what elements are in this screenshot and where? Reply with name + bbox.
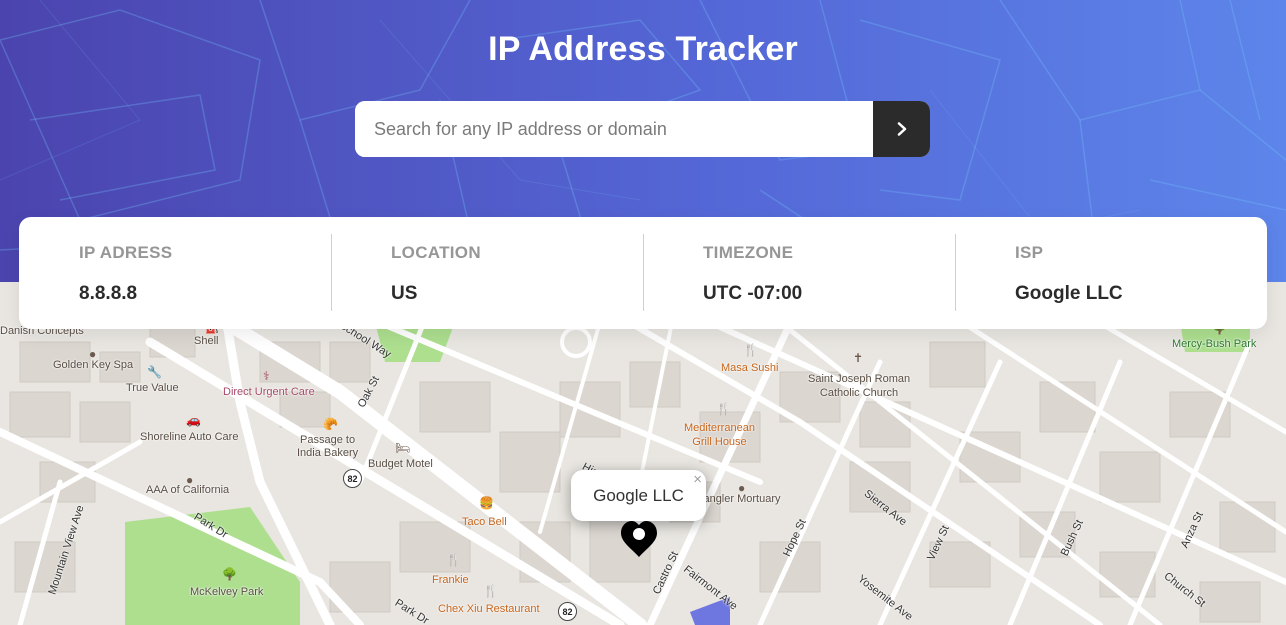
location-value: US: [391, 283, 418, 304]
restaurant-icon-chex: 🍴: [483, 584, 498, 598]
map-tiles: [0, 282, 1286, 625]
map[interactable]: ⛽ ● 🔧 ⚕ 🚗 🥐 🛏 ● 🍔 🍴 🍴 🌳 🍴 🍴 ✝ ● 🌳 Danish…: [0, 282, 1286, 625]
map-label-golden-key-spa: Golden Key Spa: [53, 359, 134, 371]
popup-text: Google LLC: [593, 485, 684, 505]
timezone-label: TIMEZONE: [703, 243, 794, 262]
restaurant-icon-frankie: 🍴: [446, 553, 461, 567]
search-bar: [355, 101, 930, 157]
location-label: LOCATION: [391, 243, 481, 262]
map-popup: Google LLC ×: [571, 470, 706, 521]
map-label-shell: Shell: [194, 335, 219, 347]
hardware-icon: 🔧: [147, 365, 162, 379]
restaurant-icon-masa: 🍴: [743, 343, 758, 357]
chevron-right-icon: [897, 122, 906, 136]
map-label-mckelvey-park: McKelvey Park: [190, 586, 264, 598]
map-label-true-value: True Value: [126, 382, 179, 394]
map-label-saint-joseph-church: Saint Joseph Roman Catholic Church: [808, 373, 911, 399]
isp-value: Google LLC: [1015, 283, 1123, 304]
hotel-icon: 🛏: [395, 441, 411, 455]
route-82-shield: 82: [343, 469, 362, 488]
map-label-shoreline-auto-care: Shoreline Auto Care: [140, 431, 239, 443]
map-label-budget-motel: Budget Motel: [368, 458, 433, 470]
bakery-icon: 🥐: [323, 417, 338, 431]
car-repair-icon: 🚗: [186, 413, 201, 427]
isp-label: ISP: [1015, 243, 1044, 262]
map-label-passage-to-india-bakery: Passage to India Bakery: [297, 434, 359, 459]
ip-address-cell: IP ADRESS 8.8.8.8: [19, 217, 331, 329]
page-title: IP Address Tracker: [488, 30, 798, 68]
map-label-mercy-bush-park: Mercy-Bush Park: [1172, 338, 1257, 350]
map-label-chex-xiu-restaurant: Chex Xiu Restaurant: [438, 603, 540, 615]
map-label-frankie: Frankie: [432, 574, 469, 586]
ip-info-panel: IP ADRESS 8.8.8.8 LOCATION US TIMEZONE U…: [19, 217, 1267, 329]
route-82-shield-2: 82: [558, 602, 577, 621]
map-label-masa-sushi: Masa Sushi: [721, 362, 779, 374]
ip-address-value: 8.8.8.8: [79, 283, 138, 304]
location-cell: LOCATION US: [331, 217, 643, 329]
restaurant-icon-mediterranean: 🍴: [716, 402, 731, 416]
isp-cell: ISP Google LLC: [955, 217, 1267, 329]
ip-address-label: IP ADRESS: [79, 243, 173, 262]
fast-food-icon: 🍔: [479, 496, 494, 510]
search-submit-button[interactable]: [873, 101, 930, 157]
map-label-aaa-of-california: AAA of California: [146, 484, 230, 496]
park-icon: 🌳: [222, 567, 237, 581]
location-marker-icon[interactable]: [619, 520, 659, 558]
doctor-icon: ⚕: [263, 369, 270, 383]
close-icon[interactable]: ×: [693, 471, 702, 488]
timezone-value: UTC -07:00: [703, 283, 803, 304]
map-label-mediterranean-grill-house: Mediterranean Grill House: [684, 422, 755, 448]
search-input[interactable]: [355, 101, 873, 157]
church-icon: ✝: [853, 351, 864, 365]
map-label-taco-bell: Taco Bell: [462, 516, 507, 528]
timezone-cell: TIMEZONE UTC -07:00: [643, 217, 955, 329]
map-label-direct-urgent-care: Direct Urgent Care: [223, 386, 315, 398]
